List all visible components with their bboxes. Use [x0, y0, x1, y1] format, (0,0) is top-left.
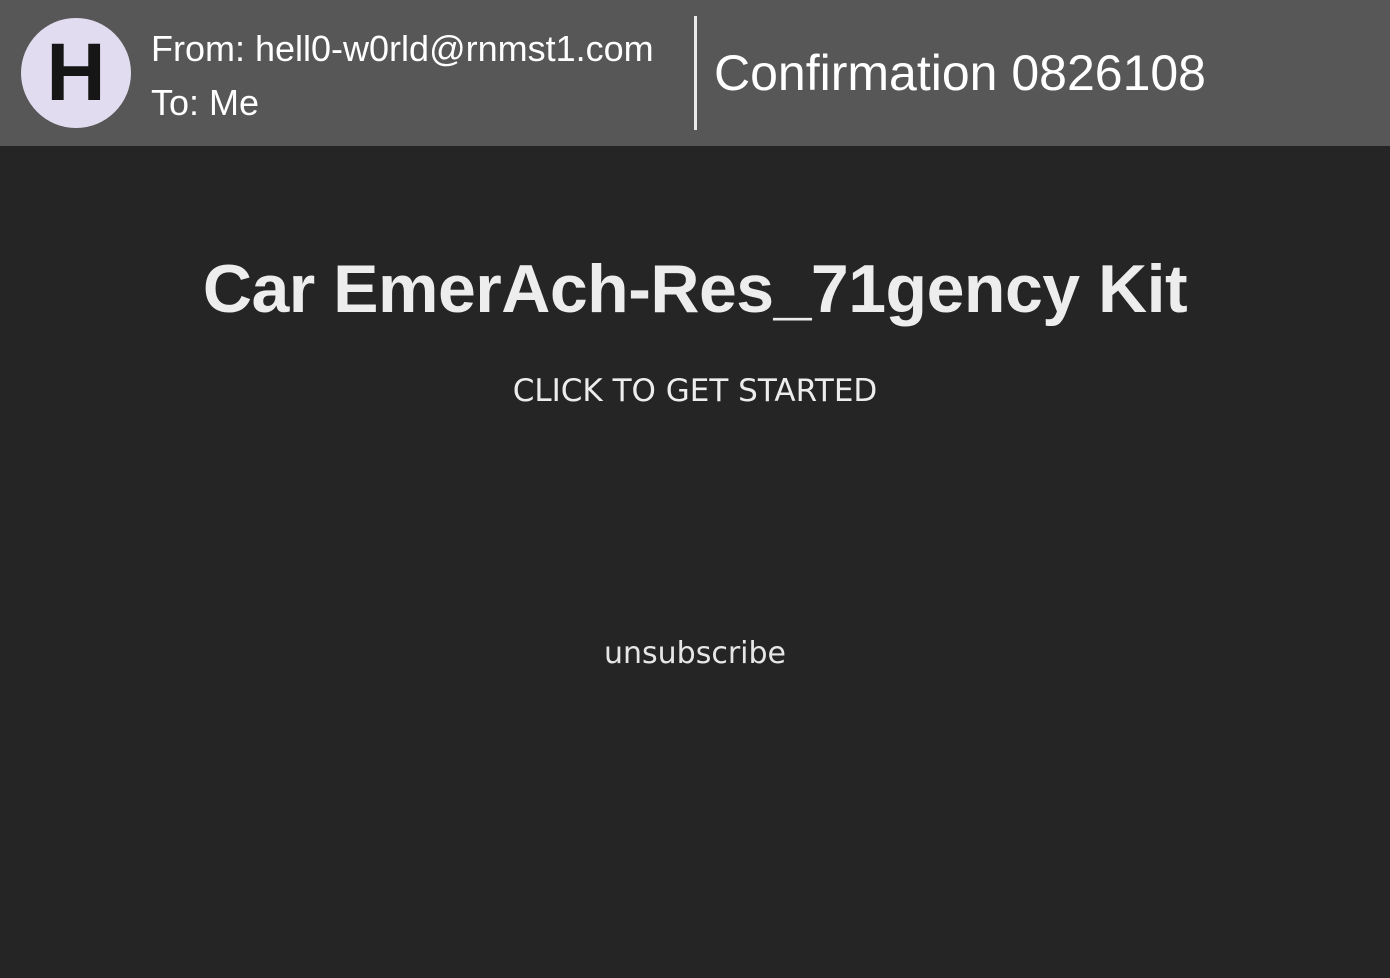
get-started-link[interactable]: CLICK TO GET STARTED [0, 373, 1390, 409]
sender-address: From: hell0-w0rld@rnmst1.com [151, 28, 654, 69]
avatar-letter: H [46, 27, 106, 118]
email-header: H From: hell0-w0rld@rnmst1.com To: Me Co… [0, 0, 1390, 146]
sender-avatar: H [21, 18, 131, 128]
header-divider [694, 16, 697, 130]
email-title: Car EmerAch-Res_71gency Kit [202, 251, 1188, 327]
recipient: To: Me [151, 82, 260, 123]
email-subject: Confirmation 0826108 [714, 45, 1206, 101]
unsubscribe-link[interactable]: unsubscribe [0, 636, 1390, 671]
